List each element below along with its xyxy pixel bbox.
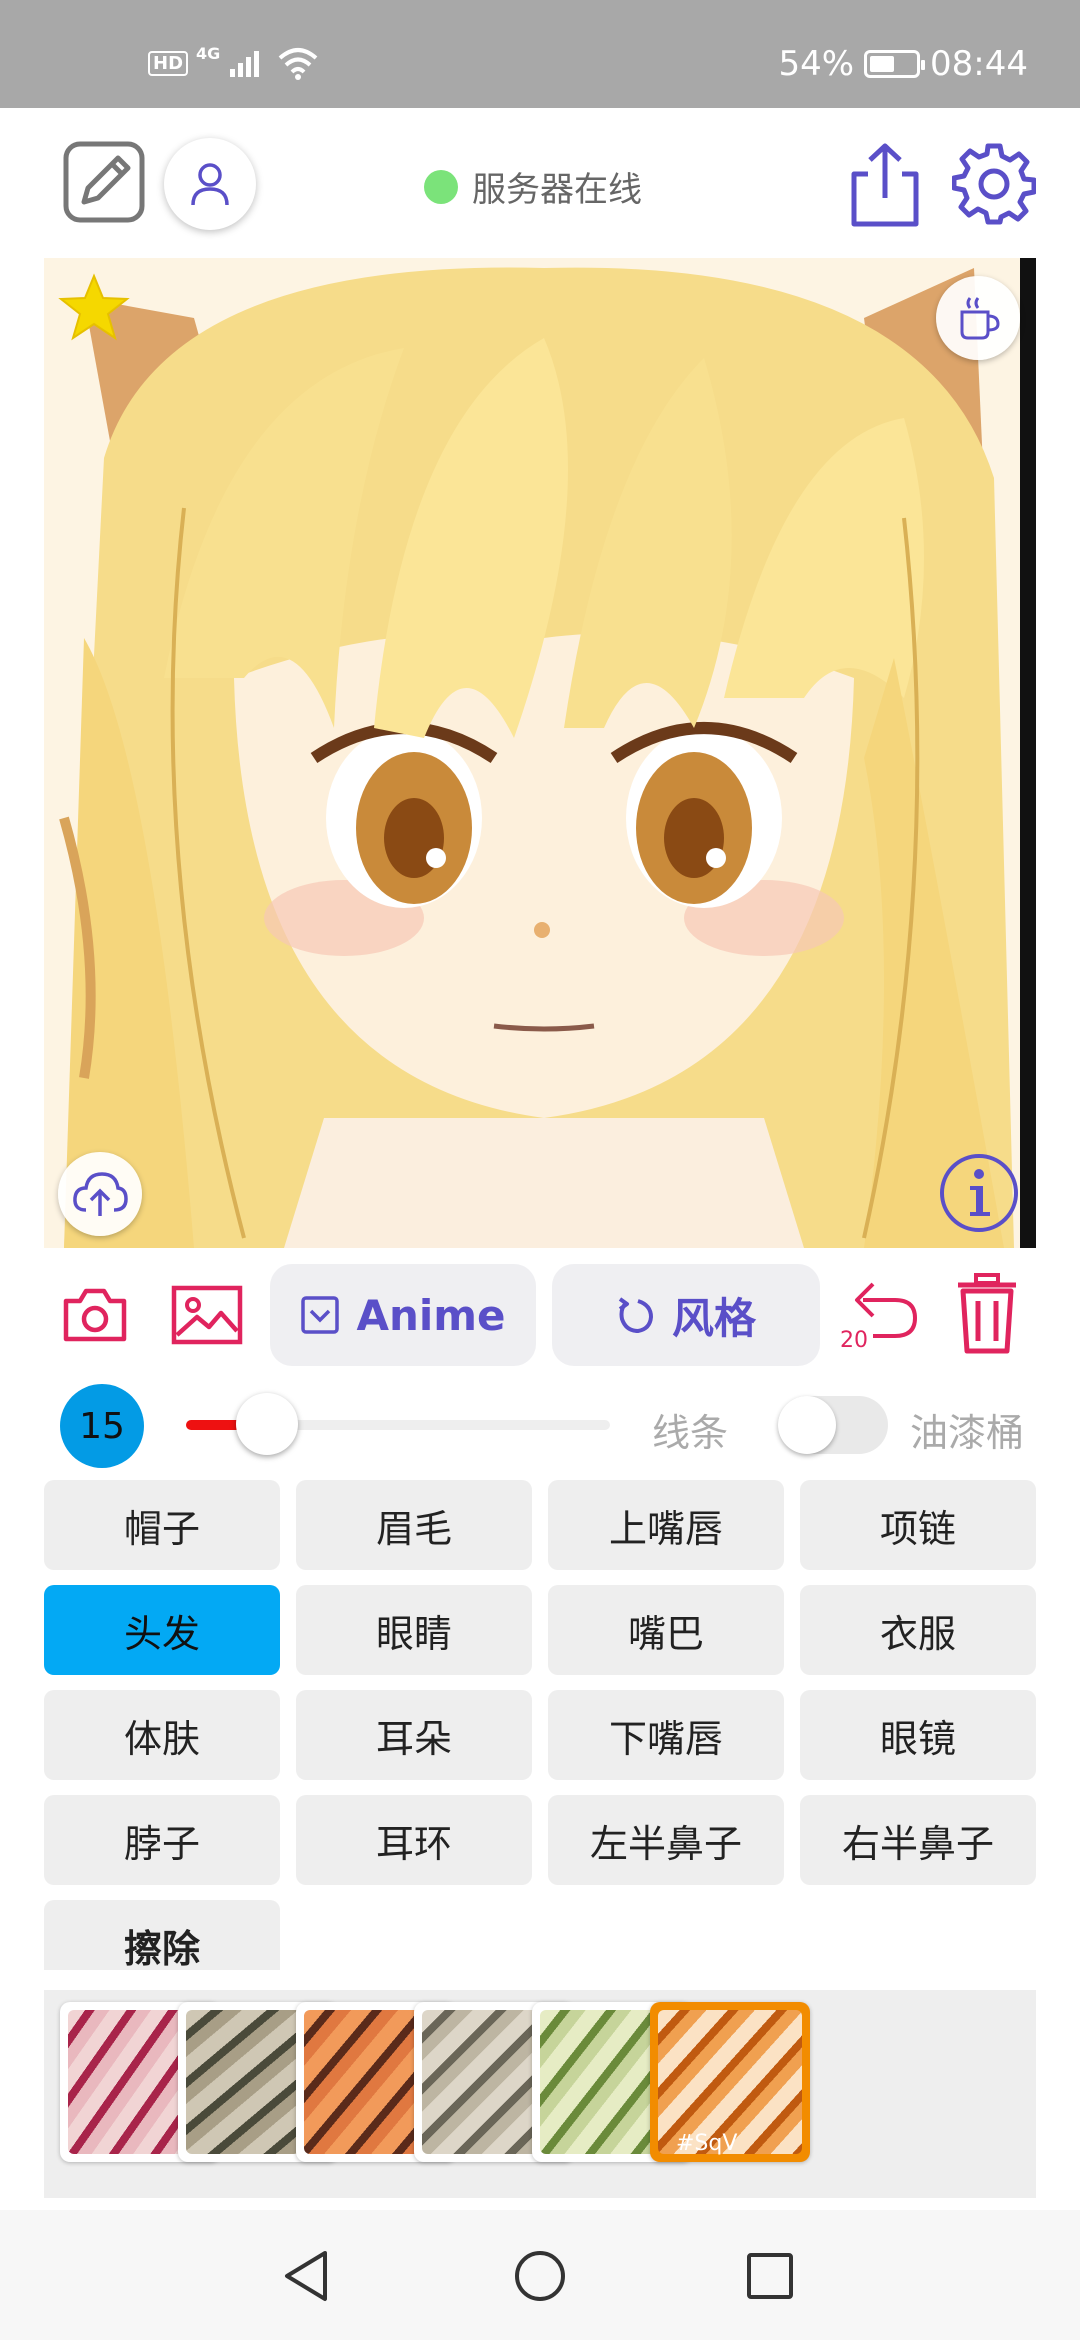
part-button[interactable]: 头发	[44, 1585, 280, 1675]
battery-percent: 54%	[778, 44, 855, 84]
status-bar: HD 4G 54% 08:44	[0, 0, 1080, 108]
back-icon	[285, 2251, 327, 2301]
style-tag: #SqV	[676, 2131, 738, 2156]
toggle-knob	[778, 1396, 836, 1454]
part-button[interactable]: 体肤	[44, 1690, 280, 1780]
anime-portrait-image	[44, 258, 1036, 1248]
settings-button[interactable]	[950, 140, 1038, 228]
server-status-label: 服务器在线	[472, 170, 642, 210]
delete-button[interactable]	[954, 1270, 1020, 1356]
home-icon	[515, 2251, 565, 2301]
upload-cloud-icon	[73, 1172, 128, 1216]
part-button[interactable]: 帽子	[44, 1480, 280, 1570]
part-button[interactable]: 眉毛	[296, 1480, 532, 1570]
drawing-canvas[interactable]	[44, 258, 1036, 1248]
user-icon	[191, 163, 229, 206]
server-status: 服务器在线	[424, 162, 642, 211]
wifi-icon	[278, 48, 318, 80]
edit-icon	[63, 141, 145, 223]
style-button[interactable]: 风格	[552, 1264, 820, 1366]
share-icon	[851, 143, 919, 227]
part-button[interactable]: 耳朵	[296, 1690, 532, 1780]
edit-button[interactable]	[62, 140, 146, 224]
undo-count: 20	[840, 1328, 868, 1353]
user-button[interactable]	[164, 138, 256, 230]
share-button[interactable]	[848, 140, 922, 228]
brush-size-badge[interactable]: 15	[60, 1384, 144, 1468]
gallery-icon	[171, 1285, 243, 1345]
part-button[interactable]: 耳环	[296, 1795, 532, 1885]
network-type: 4G	[196, 43, 221, 63]
hd-badge: HD	[148, 50, 189, 76]
navigation-bar	[0, 2210, 1080, 2340]
part-button[interactable]: 擦除	[44, 1900, 280, 1970]
back-button[interactable]	[278, 2248, 334, 2304]
server-status-dot	[424, 169, 458, 204]
info-button[interactable]	[938, 1152, 1020, 1234]
status-right: 54% 08:44	[778, 44, 1028, 84]
upload-button[interactable]	[58, 1152, 142, 1236]
part-button[interactable]: 衣服	[800, 1585, 1036, 1675]
style-thumb-selected[interactable]: #SqV	[650, 2002, 810, 2162]
part-button[interactable]: 下嘴唇	[548, 1690, 784, 1780]
part-button[interactable]: 项链	[800, 1480, 1036, 1570]
home-button[interactable]	[512, 2248, 568, 2304]
camera-icon	[63, 1288, 127, 1342]
part-grid: 帽子 眉毛 上嘴唇 项链头发 眼睛 嘴巴 衣服体肤 耳朵 下嘴唇 眼镜脖子 耳环 左半鼻子 右半鼻子擦除	[44, 1480, 1036, 1970]
battery-level	[870, 56, 895, 72]
settings-icon	[952, 143, 1036, 225]
bucket-toggle[interactable]	[778, 1396, 888, 1454]
part-button[interactable]: 眼睛	[296, 1585, 532, 1675]
line-mode-label: 线条	[652, 1411, 729, 1455]
part-button[interactable]: 脖子	[44, 1795, 280, 1885]
favorite-button[interactable]	[58, 272, 130, 344]
style-label: 风格	[671, 1293, 756, 1343]
status-left: HD 4G	[148, 43, 320, 80]
battery-icon	[864, 50, 926, 78]
model-label: Anime	[356, 1290, 506, 1340]
style-strip[interactable]: #SqV	[44, 1990, 1036, 2198]
bucket-mode-label: 油漆桶	[910, 1411, 1025, 1455]
part-button[interactable]: 上嘴唇	[548, 1480, 784, 1570]
coffee-button[interactable]	[936, 276, 1020, 360]
clock: 08:44	[930, 44, 1028, 84]
slider-thumb[interactable]	[236, 1393, 298, 1455]
info-icon	[940, 1154, 1018, 1232]
part-button[interactable]: 眼镜	[800, 1690, 1036, 1780]
part-button[interactable]: 右半鼻子	[800, 1795, 1036, 1885]
trash-icon	[958, 1273, 1016, 1354]
signal-icon	[230, 51, 260, 77]
refresh-icon	[618, 1297, 653, 1334]
brush-size-slider[interactable]	[186, 1393, 610, 1455]
camera-button[interactable]	[62, 1282, 128, 1348]
gallery-button[interactable]	[170, 1282, 244, 1348]
part-button[interactable]: 左半鼻子	[548, 1795, 784, 1885]
recents-icon	[747, 2253, 793, 2299]
model-select-button[interactable]: Anime	[270, 1264, 536, 1366]
coffee-icon	[960, 297, 1000, 340]
star-icon	[58, 273, 130, 341]
checkbox-icon	[301, 1296, 340, 1334]
part-button[interactable]: 嘴巴	[548, 1585, 784, 1675]
recents-button[interactable]	[744, 2250, 796, 2302]
